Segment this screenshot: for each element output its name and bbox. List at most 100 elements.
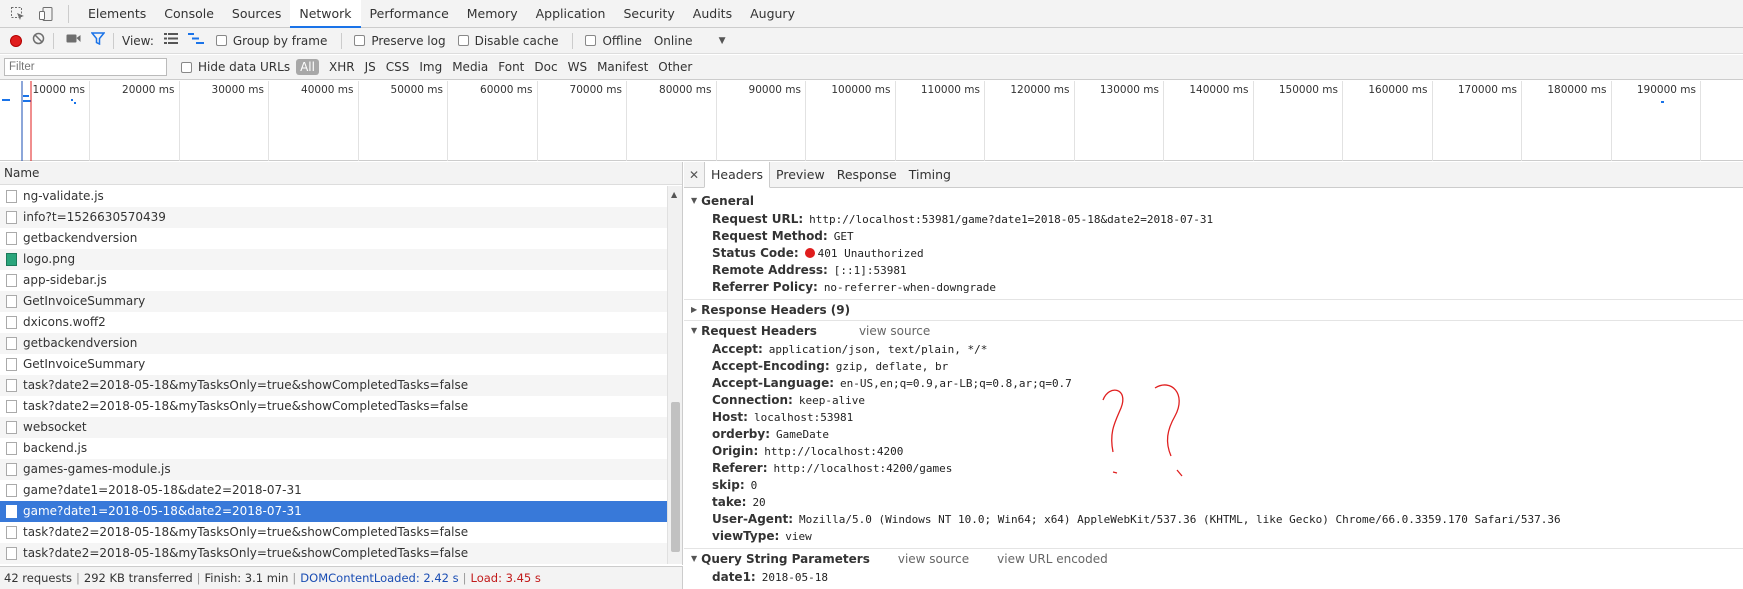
type-filter-font[interactable]: Font xyxy=(498,60,524,74)
request-name: app-sidebar.js xyxy=(23,273,107,287)
type-filter-xhr[interactable]: XHR xyxy=(329,60,355,74)
offline-checkbox[interactable] xyxy=(585,35,597,46)
request-name: task?date2=2018-05-18&myTasksOnly=true&s… xyxy=(23,399,469,413)
request-headers-section-header[interactable]: ▼ Request Headers view source xyxy=(684,321,1743,341)
tab-elements[interactable]: Elements xyxy=(79,0,155,28)
request-header-value: 20 xyxy=(752,496,766,509)
scroll-up-icon[interactable]: ▲ xyxy=(671,190,677,199)
request-row[interactable]: ng-validate.js xyxy=(0,186,667,207)
request-row[interactable]: task?date2=2018-05-18&myTasksOnly=true&s… xyxy=(0,375,667,396)
type-filter-media[interactable]: Media xyxy=(452,60,488,74)
device-toolbar-icon[interactable] xyxy=(36,4,56,24)
record-button[interactable] xyxy=(10,34,22,47)
request-row[interactable]: GetInvoiceSummary xyxy=(0,291,667,312)
request-row[interactable]: game?date1=2018-05-18&date2=2018-07-31 xyxy=(0,501,667,522)
request-row[interactable]: GetInvoiceSummary xyxy=(0,354,667,375)
request-header-value: application/json, text/plain, */* xyxy=(768,343,988,356)
request-row[interactable]: backend.js xyxy=(0,438,667,459)
general-header-value: 401 Unauthorized xyxy=(817,247,924,260)
timeline-tick-label: 20000 ms xyxy=(122,84,175,96)
type-filter-img[interactable]: Img xyxy=(419,60,442,74)
type-filter-css[interactable]: CSS xyxy=(386,60,410,74)
waterfall-overview-icon[interactable] xyxy=(187,33,204,48)
query-view-source-link[interactable]: view source xyxy=(898,549,969,569)
details-tab-timing[interactable]: Timing xyxy=(903,162,957,188)
tab-audits[interactable]: Audits xyxy=(684,0,741,28)
view-url-encoded-link[interactable]: view URL encoded xyxy=(997,549,1108,569)
tab-console[interactable]: Console xyxy=(155,0,223,28)
type-filter-manifest[interactable]: Manifest xyxy=(597,60,648,74)
hide-data-urls-option[interactable]: Hide data URLs xyxy=(181,60,290,74)
request-row[interactable]: info?t=1526630570439 xyxy=(0,207,667,228)
timeline-tick-label: 120000 ms xyxy=(1010,84,1070,96)
group-by-frame-checkbox[interactable] xyxy=(215,35,227,46)
preserve-log-checkbox[interactable] xyxy=(354,35,366,46)
disable-cache-checkbox[interactable] xyxy=(457,35,469,46)
preserve-log-label: Preserve log xyxy=(371,33,446,48)
request-row[interactable]: dxicons.woff2 xyxy=(0,312,667,333)
offline-option[interactable]: Offline xyxy=(585,34,642,48)
group-by-frame-option[interactable]: Group by frame xyxy=(215,34,327,48)
request-row[interactable]: task?date2=2018-05-18&myTasksOnly=true&s… xyxy=(0,522,667,543)
tab-augury[interactable]: Augury xyxy=(741,0,804,28)
filter-icon[interactable] xyxy=(90,32,106,49)
request-header-key: Referer: xyxy=(712,461,768,475)
request-list-scrollbar[interactable]: ▲ xyxy=(667,186,682,564)
scrollbar-thumb[interactable] xyxy=(671,402,680,552)
tab-network[interactable]: Network xyxy=(290,0,361,28)
details-tabs: ✕ Headers Preview Response Timing xyxy=(684,161,1743,188)
timeline-overview[interactable]: 10000 ms 20000 ms 30000 ms 40000 ms 50000 ms… xyxy=(0,81,1743,161)
tab-application[interactable]: Application xyxy=(527,0,615,28)
request-row[interactable]: getbackendversion xyxy=(0,333,667,354)
name-column-header[interactable]: Name xyxy=(0,162,682,185)
preserve-log-option[interactable]: Preserve log xyxy=(354,33,446,48)
general-header-value: GET xyxy=(833,230,854,243)
request-row[interactable]: app-sidebar.js xyxy=(0,270,667,291)
general-header-value: no-referrer-when-downgrade xyxy=(823,281,996,294)
query-string-section-header[interactable]: ▼ Query String Parameters view source view … xyxy=(684,549,1743,569)
request-name: game?date1=2018-05-18&date2=2018-07-31 xyxy=(23,504,302,518)
details-tab-preview[interactable]: Preview xyxy=(770,162,831,188)
timeline-gridline xyxy=(626,81,627,161)
timeline-gridline xyxy=(715,81,717,161)
request-row[interactable]: game?date1=2018-05-18&date2=2018-07-31 xyxy=(0,480,667,501)
inspect-element-icon[interactable] xyxy=(8,4,28,24)
general-section-header[interactable]: ▼ General xyxy=(684,191,1743,211)
response-headers-section-header[interactable]: ▶ Response Headers (9) xyxy=(684,300,1743,320)
tab-security[interactable]: Security xyxy=(614,0,683,28)
request-row[interactable]: websocket xyxy=(0,417,667,438)
request-row[interactable]: games-games-module.js xyxy=(0,459,667,480)
request-header-row: User-Agent: Mozilla/5.0 (Windows NT 10.0;… xyxy=(684,511,1743,528)
timeline-activity-marks xyxy=(2,81,76,161)
timeline-gridline xyxy=(1342,81,1343,161)
hide-data-urls-checkbox[interactable] xyxy=(181,61,192,73)
close-icon[interactable]: ✕ xyxy=(684,168,704,182)
type-filter-ws[interactable]: WS xyxy=(568,60,587,74)
type-filter-other[interactable]: Other xyxy=(658,60,692,74)
details-tab-response[interactable]: Response xyxy=(831,162,903,188)
capture-screenshots-icon[interactable] xyxy=(66,33,81,48)
tab-sources[interactable]: Sources xyxy=(223,0,290,28)
request-row[interactable]: task?date2=2018-05-18&myTasksOnly=true&s… xyxy=(0,396,667,417)
request-row[interactable]: getbackendversion xyxy=(0,228,667,249)
request-header-key: orderby: xyxy=(712,427,771,441)
timeline-gridline xyxy=(1163,81,1164,161)
request-header-value: gzip, deflate, br xyxy=(835,360,949,373)
clear-icon[interactable] xyxy=(32,32,45,49)
filter-input[interactable] xyxy=(4,58,167,76)
timeline-gridline xyxy=(1700,81,1701,161)
request-row[interactable]: task?date2=2018-05-18&myTasksOnly=true&s… xyxy=(0,543,667,564)
request-row[interactable]: logo.png xyxy=(0,249,667,270)
request-headers-view-source-link[interactable]: view source xyxy=(859,321,930,341)
tab-performance[interactable]: Performance xyxy=(361,0,458,28)
request-header-value: en-US,en;q=0.9,ar-LB;q=0.8,ar;q=0.7 xyxy=(840,377,1072,390)
type-filter-doc[interactable]: Doc xyxy=(534,60,557,74)
timeline-tick-label: 190000 ms xyxy=(1636,84,1696,96)
disable-cache-option[interactable]: Disable cache xyxy=(457,34,558,48)
details-tab-headers[interactable]: Headers xyxy=(704,161,771,188)
tab-memory[interactable]: Memory xyxy=(458,0,527,28)
large-rows-icon[interactable] xyxy=(163,33,178,48)
type-filter-all[interactable]: All xyxy=(296,59,319,75)
type-filter-js[interactable]: JS xyxy=(365,60,376,74)
throttling-select[interactable]: Online ▼ xyxy=(654,34,726,48)
